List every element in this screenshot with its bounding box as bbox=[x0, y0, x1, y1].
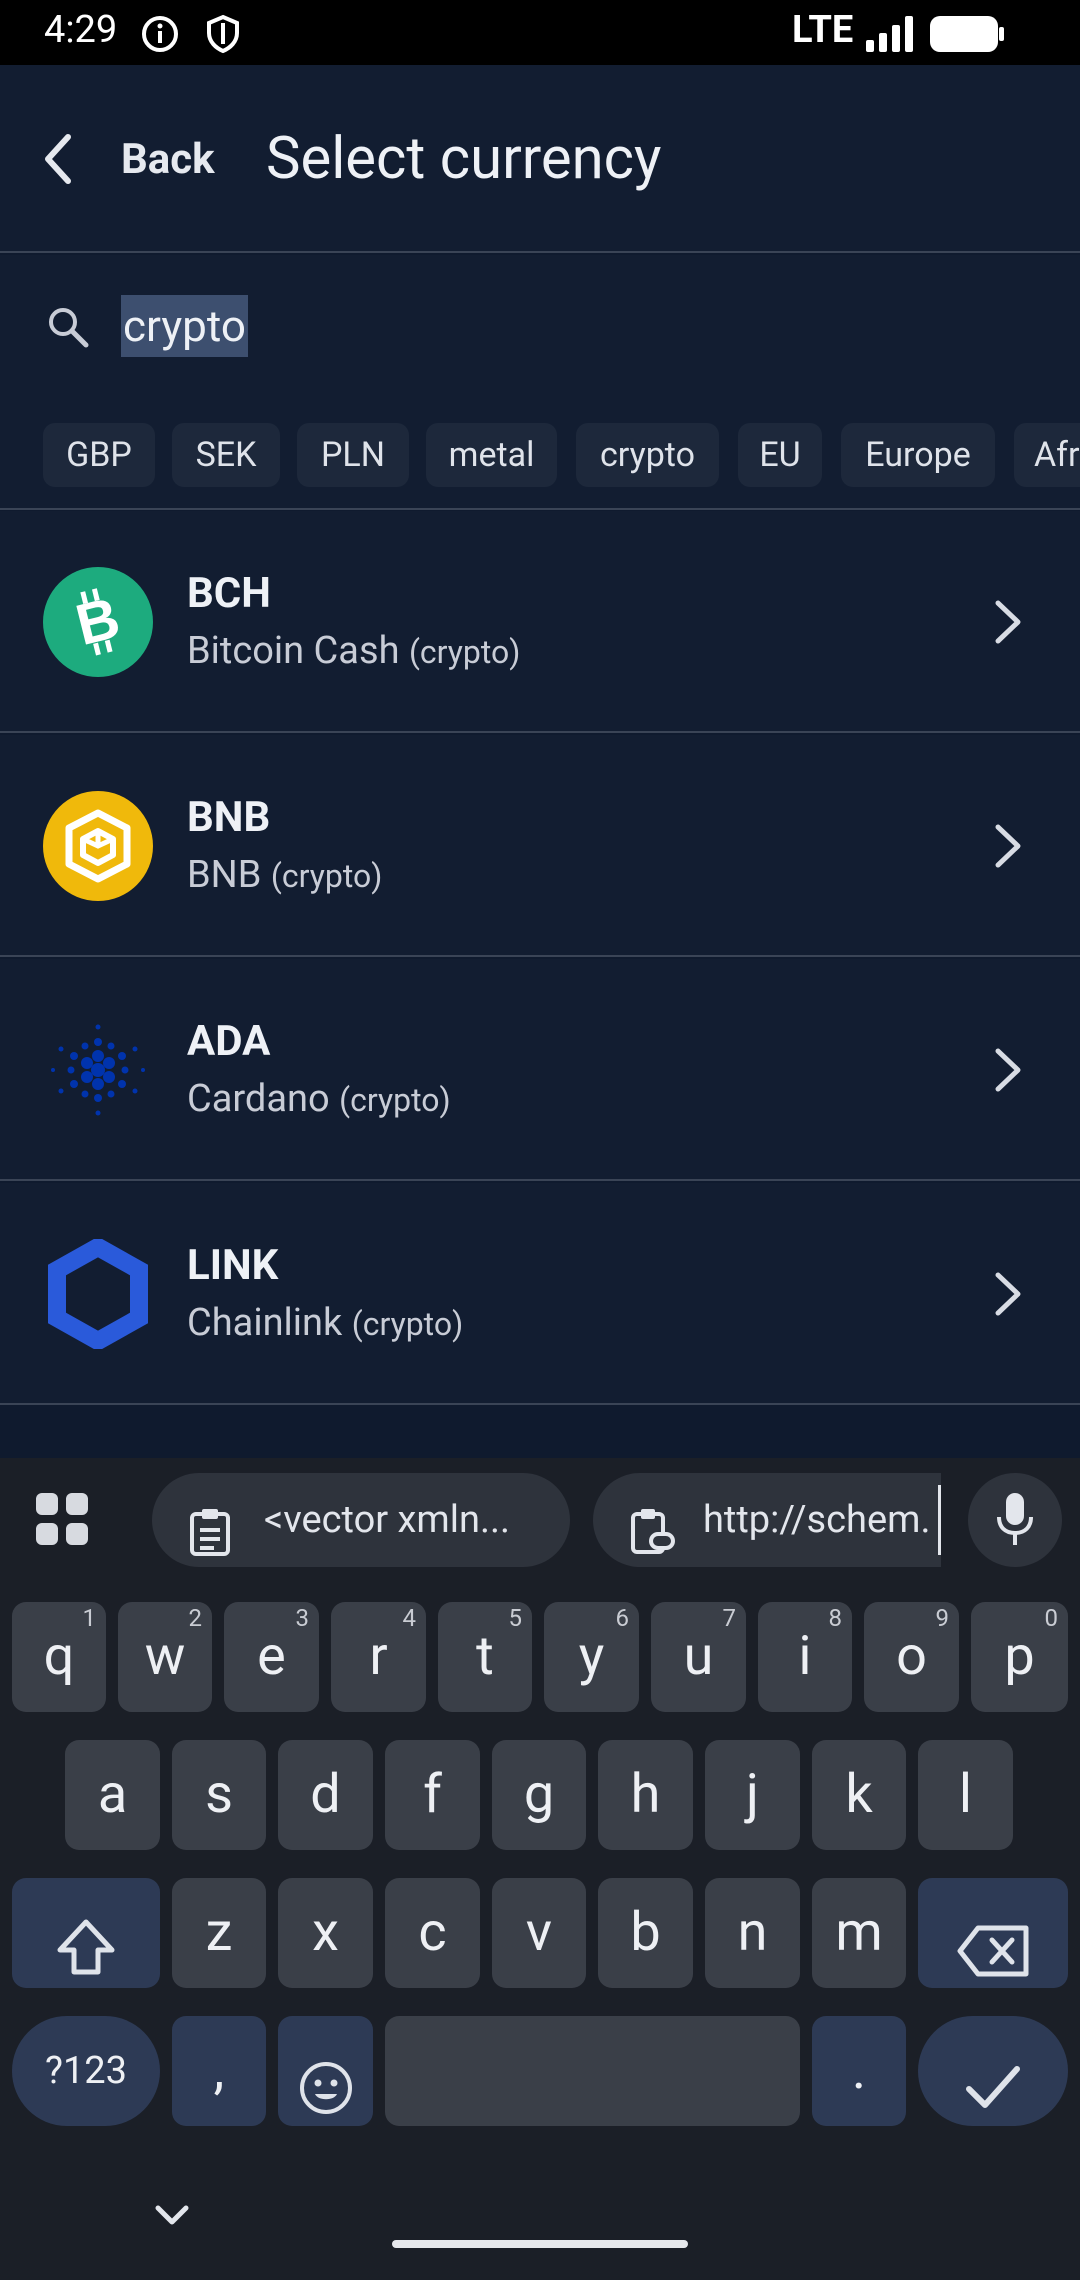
chip-crypto[interactable]: crypto bbox=[576, 423, 719, 487]
status-bar: 4:29 LTE bbox=[0, 0, 1080, 65]
key-w[interactable]: w2 bbox=[118, 1602, 212, 1712]
app-bar: Back Select currency bbox=[0, 65, 1080, 253]
info-icon bbox=[140, 14, 180, 58]
microphone-icon bbox=[997, 1493, 1033, 1553]
clipboard-icon bbox=[188, 1497, 232, 1567]
key-t[interactable]: t5 bbox=[438, 1602, 532, 1712]
back-arrow-icon[interactable] bbox=[38, 129, 78, 193]
page-title: Select currency bbox=[266, 125, 662, 193]
currency-code: BNB bbox=[187, 793, 271, 842]
key-a[interactable]: a bbox=[65, 1740, 160, 1850]
search-bar: crypto bbox=[0, 255, 1080, 395]
back-button[interactable]: Back bbox=[121, 135, 215, 184]
gesture-handle bbox=[392, 2240, 688, 2248]
bitcoin-cash-icon: B bbox=[43, 567, 153, 677]
key-q[interactable]: q1 bbox=[12, 1602, 106, 1712]
chip-metal[interactable]: metal bbox=[426, 423, 557, 487]
chevron-right-icon bbox=[990, 597, 1026, 651]
key-v[interactable]: v bbox=[492, 1878, 586, 1988]
key-u[interactable]: u7 bbox=[651, 1602, 746, 1712]
cardano-icon bbox=[43, 1015, 153, 1125]
keyboard-toolbar: <vector xmln... http://schem. bbox=[0, 1458, 1080, 1578]
filter-chips: GBP SEK PLN metal crypto EU Europe Afr bbox=[0, 395, 1080, 510]
comma-key[interactable]: , bbox=[172, 2016, 266, 2126]
soft-keyboard: <vector xmln... http://schem. q1 w2 e3 r… bbox=[0, 1458, 1080, 2280]
backspace-icon bbox=[956, 1906, 1032, 2016]
signal-icon bbox=[866, 16, 916, 56]
symbols-key[interactable]: ?123 bbox=[12, 2016, 160, 2126]
currency-row-ada[interactable]: ADA Cardano (crypto) bbox=[0, 959, 1080, 1181]
chevron-down-icon[interactable] bbox=[154, 2204, 190, 2232]
done-key[interactable] bbox=[918, 2016, 1068, 2126]
bnb-icon bbox=[43, 791, 153, 901]
space-key[interactable] bbox=[385, 2016, 800, 2126]
currency-code: LINK bbox=[187, 1241, 279, 1290]
shield-icon bbox=[203, 14, 243, 58]
key-n[interactable]: n bbox=[705, 1878, 800, 1988]
currency-name: Bitcoin Cash (crypto) bbox=[187, 629, 521, 673]
currency-row-bnb[interactable]: BNB BNB (crypto) bbox=[0, 735, 1080, 957]
chip-sek[interactable]: SEK bbox=[172, 423, 280, 487]
key-h[interactable]: h bbox=[598, 1740, 693, 1850]
mic-button[interactable] bbox=[968, 1473, 1062, 1567]
chip-europe[interactable]: Europe bbox=[841, 423, 995, 487]
key-l[interactable]: l bbox=[918, 1740, 1013, 1850]
key-k[interactable]: k bbox=[812, 1740, 906, 1850]
checkmark-icon bbox=[963, 2043, 1023, 2153]
key-e[interactable]: e3 bbox=[224, 1602, 319, 1712]
chip-africa[interactable]: Afr bbox=[1014, 423, 1080, 487]
text-cursor bbox=[938, 1485, 941, 1555]
period-key[interactable]: . bbox=[812, 2016, 906, 2126]
emoji-key[interactable] bbox=[278, 2016, 373, 2126]
key-y[interactable]: y6 bbox=[544, 1602, 639, 1712]
key-d[interactable]: d bbox=[278, 1740, 373, 1850]
status-time: 4:29 bbox=[44, 8, 118, 52]
key-r[interactable]: r4 bbox=[331, 1602, 426, 1712]
chip-pln[interactable]: PLN bbox=[297, 423, 409, 487]
key-c[interactable]: c bbox=[385, 1878, 480, 1988]
currency-name: Chainlink (crypto) bbox=[187, 1301, 464, 1345]
currency-row-link[interactable]: LINK Chainlink (crypto) bbox=[0, 1183, 1080, 1405]
chevron-right-icon bbox=[990, 1045, 1026, 1099]
clipboard-link-icon bbox=[629, 1497, 677, 1567]
clipboard-item-1[interactable]: <vector xmln... bbox=[152, 1473, 570, 1567]
search-input[interactable]: crypto bbox=[121, 295, 248, 357]
key-z[interactable]: z bbox=[172, 1878, 266, 1988]
key-m[interactable]: m bbox=[812, 1878, 906, 1988]
apps-grid-icon[interactable] bbox=[34, 1491, 90, 1551]
chip-eu[interactable]: EU bbox=[738, 423, 822, 487]
key-p[interactable]: p0 bbox=[971, 1602, 1068, 1712]
chevron-right-icon bbox=[990, 821, 1026, 875]
chainlink-icon bbox=[43, 1236, 153, 1352]
shift-key[interactable] bbox=[12, 1878, 160, 1988]
backspace-key[interactable] bbox=[918, 1878, 1068, 1988]
currency-code: BCH bbox=[187, 569, 271, 618]
key-i[interactable]: i8 bbox=[758, 1602, 852, 1712]
currency-row-bch[interactable]: B BCH Bitcoin Cash (crypto) bbox=[0, 511, 1080, 733]
shift-icon bbox=[56, 1904, 116, 2014]
chevron-right-icon bbox=[990, 1269, 1026, 1323]
chip-gbp[interactable]: GBP bbox=[43, 423, 155, 487]
emoji-icon bbox=[298, 2044, 354, 2154]
network-type: LTE bbox=[792, 8, 854, 52]
key-x[interactable]: x bbox=[278, 1878, 373, 1988]
battery-icon bbox=[930, 16, 1004, 56]
currency-code: ADA bbox=[187, 1017, 271, 1066]
key-b[interactable]: b bbox=[598, 1878, 693, 1988]
clipboard-item-2[interactable]: http://schem. bbox=[593, 1473, 941, 1567]
key-s[interactable]: s bbox=[172, 1740, 266, 1850]
key-j[interactable]: j bbox=[705, 1740, 800, 1850]
key-f[interactable]: f bbox=[385, 1740, 480, 1850]
key-o[interactable]: o9 bbox=[864, 1602, 959, 1712]
currency-name: Cardano (crypto) bbox=[187, 1077, 451, 1121]
currency-name: BNB (crypto) bbox=[187, 853, 383, 897]
search-icon bbox=[46, 305, 90, 353]
key-g[interactable]: g bbox=[492, 1740, 586, 1850]
